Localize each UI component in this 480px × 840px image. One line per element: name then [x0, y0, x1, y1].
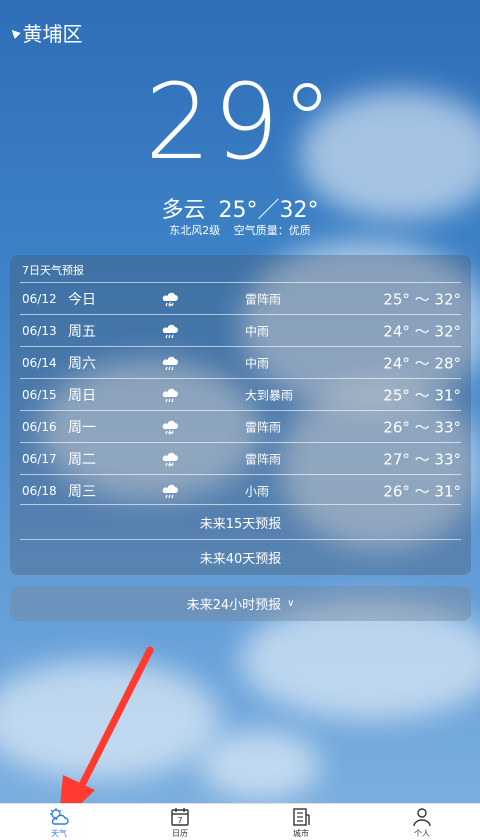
weather-icon [50, 808, 69, 825]
city-icon [293, 808, 310, 826]
tab-city-label: 城市 [293, 829, 309, 838]
tab-weather[interactable]: 天气 [29, 804, 89, 840]
tab-calendar[interactable]: 7 日历 [150, 804, 210, 840]
tab-profile[interactable]: 个人 [392, 804, 452, 840]
bottom-tab-bar: 天气 7 日历 城市 个人 [0, 803, 480, 840]
tab-profile-label: 个人 [414, 829, 430, 838]
tab-calendar-label: 日历 [172, 829, 188, 838]
person-icon [413, 808, 431, 827]
calendar-icon: 7 [171, 808, 189, 826]
tab-weather-label: 天气 [51, 829, 67, 838]
annotation-arrow-icon [58, 646, 154, 826]
tab-city[interactable]: 城市 [271, 804, 331, 840]
calendar-day-number: 7 [177, 816, 182, 825]
